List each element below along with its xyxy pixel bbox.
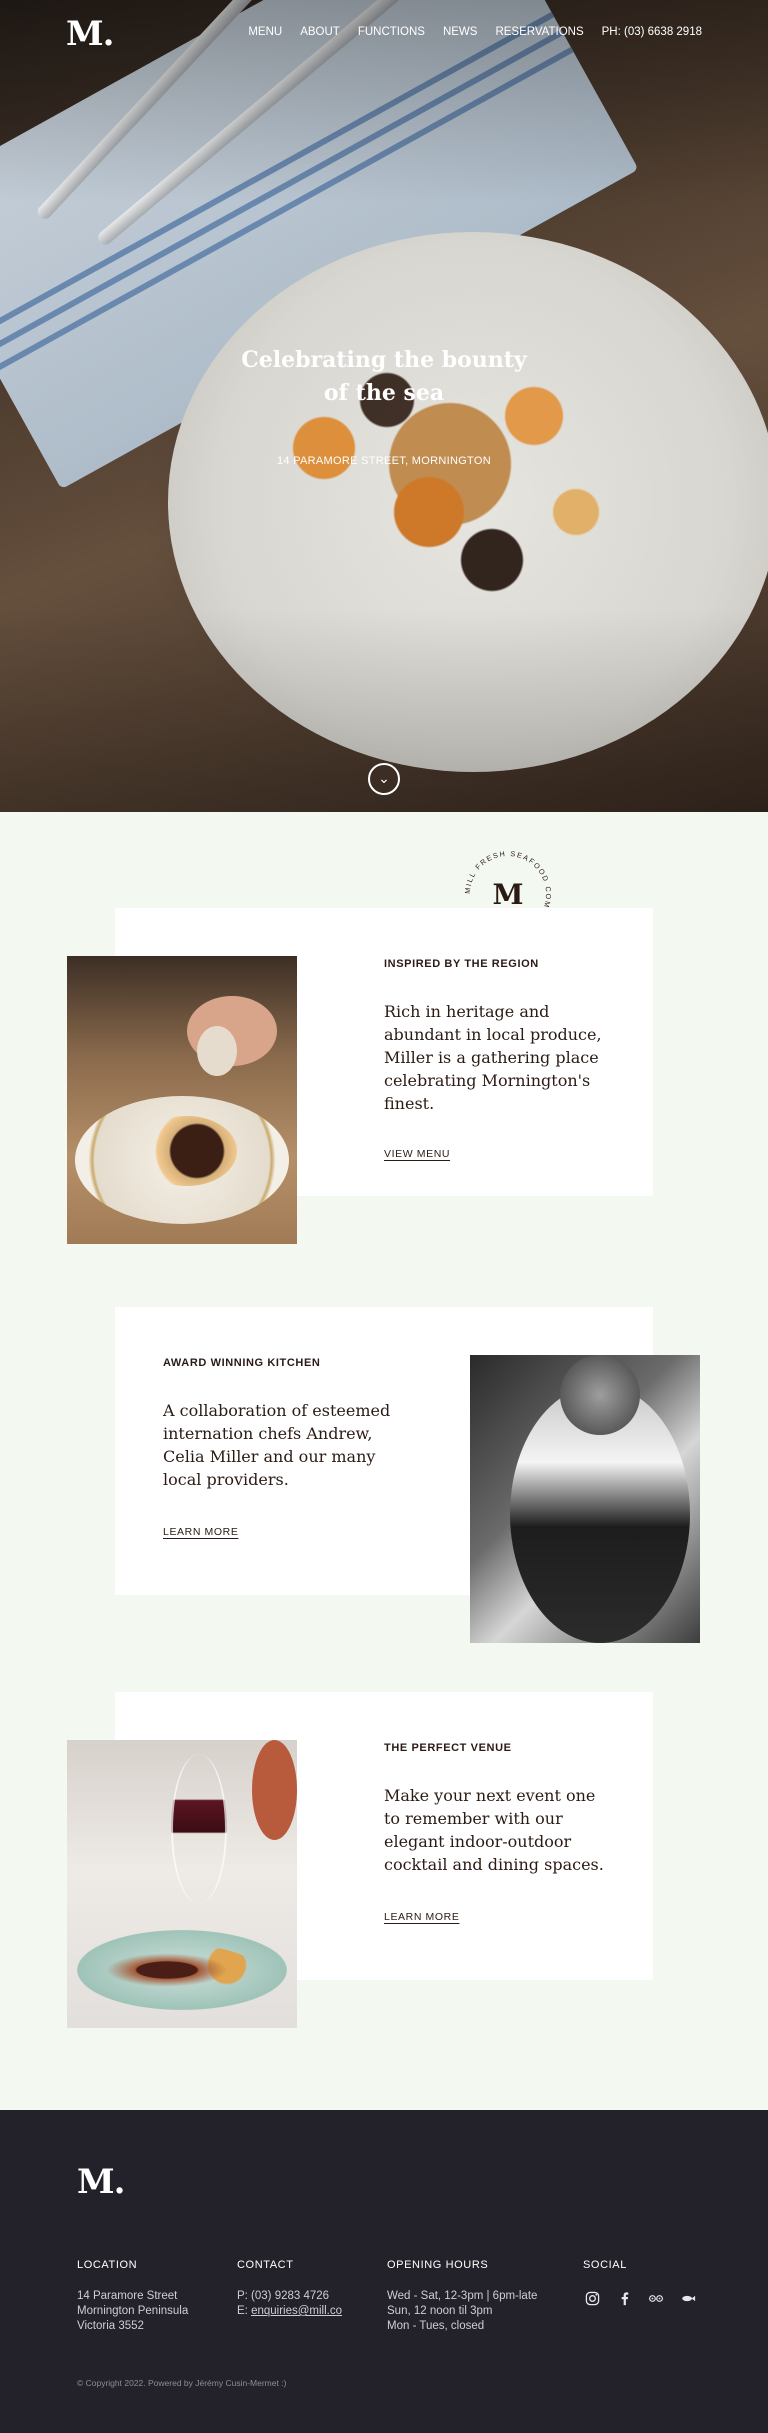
instagram-icon[interactable] (583, 2289, 601, 2307)
view-menu-link[interactable]: VIEW MENU (384, 1148, 450, 1160)
nav-menu[interactable]: MENU (248, 26, 282, 38)
hours-line: Mon - Tues, closed (387, 2320, 485, 2332)
facebook-icon[interactable] (615, 2289, 633, 2307)
copyright-text: © Copyright 2022. Powered by Jérémy Cusi… (77, 2378, 287, 2388)
scroll-down-button[interactable]: ⌄ (368, 763, 400, 795)
contact-phone[interactable]: P: (03) 9283 4726 (237, 2289, 342, 2304)
contact-email-link[interactable]: enquiries@mill.co (251, 2305, 342, 2317)
footer-location: LOCATION 14 Paramore Street Mornington P… (77, 2258, 188, 2334)
footer-contact: CONTACT P: (03) 9283 4726 E: enquiries@m… (237, 2258, 342, 2319)
hours-line: Wed - Sat, 12-3pm | 6pm-late (387, 2290, 538, 2302)
footer-heading: LOCATION (77, 2259, 138, 2271)
hours-line: Sun, 12 noon til 3pm (387, 2305, 493, 2317)
email-label: E: (237, 2305, 252, 2317)
footer-logo[interactable]: M. (77, 2162, 125, 2202)
nav-news[interactable]: NEWS (443, 26, 478, 38)
learn-more-venue-link[interactable]: LEARN MORE (384, 1911, 459, 1923)
photo-chef (470, 1355, 700, 1643)
footer-heading: SOCIAL (583, 2259, 627, 2271)
footer-hours: OPENING HOURS Wed - Sat, 12-3pm | 6pm-la… (387, 2258, 537, 2334)
hero-section: M. MENU ABOUT FUNCTIONS NEWS RESERVATION… (0, 0, 768, 812)
hero-title: Celebrating the bounty of the sea (241, 347, 527, 406)
footer-heading: CONTACT (237, 2259, 294, 2271)
fish-icon[interactable] (679, 2289, 697, 2307)
section-heading: THE PERFECT VENUE (384, 1742, 512, 1754)
section-body: Make your next event one to remember wit… (384, 1786, 604, 1874)
section-body: A collaboration of esteemed internation … (163, 1401, 391, 1489)
chevron-down-icon: ⌄ (378, 771, 390, 787)
section-heading: INSPIRED BY THE REGION (384, 958, 539, 970)
learn-more-kitchen-link[interactable]: LEARN MORE (163, 1526, 238, 1538)
site-footer: M. LOCATION 14 Paramore Street Morningto… (0, 2110, 768, 2433)
nav-about[interactable]: ABOUT (300, 26, 340, 38)
address-line: 14 Paramore Street (77, 2290, 178, 2302)
photo-sauce-pour (67, 956, 297, 1244)
nav-functions[interactable]: FUNCTIONS (358, 26, 425, 38)
address-line: Mornington Peninsula (77, 2305, 189, 2317)
badge-center: M (493, 878, 524, 911)
hero-address: 14 PARAMORE STREET, MORNINGTON (277, 455, 491, 467)
footer-heading: OPENING HOURS (387, 2259, 489, 2271)
photo-octopus-wine (67, 1740, 297, 2028)
nav-phone[interactable]: PH: (03) 6638 2918 (602, 26, 702, 38)
main-nav: MENU ABOUT FUNCTIONS NEWS RESERVATIONS P… (248, 26, 702, 38)
section-heading: AWARD WINNING KITCHEN (163, 1357, 321, 1369)
site-logo[interactable]: M. (66, 14, 114, 54)
features-section: MILL FRESH SEAFOOD COMPANY EST. 1992 M I… (0, 812, 768, 2110)
footer-social: SOCIAL (583, 2258, 697, 2307)
nav-reservations[interactable]: RESERVATIONS (495, 26, 583, 38)
tripadvisor-icon[interactable] (647, 2289, 665, 2307)
address-line: Victoria 3552 (77, 2320, 144, 2332)
section-body: Rich in heritage and abundant in local p… (384, 1002, 602, 1113)
